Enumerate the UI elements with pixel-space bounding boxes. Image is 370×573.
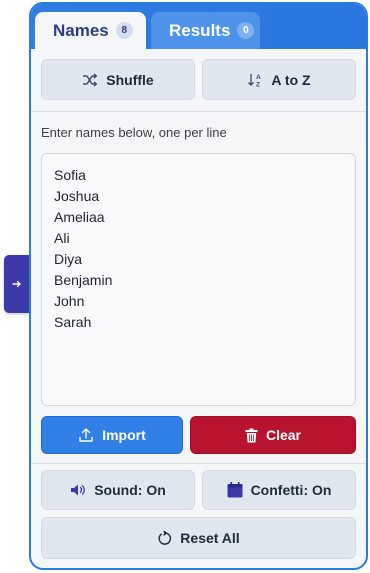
name-line: Diya xyxy=(54,251,83,267)
sort-az-label: A to Z xyxy=(271,71,311,88)
tab-names-label: Names xyxy=(53,20,109,40)
panel-toggle-button[interactable] xyxy=(4,255,30,313)
speaker-icon xyxy=(70,483,86,497)
name-line: Joshua xyxy=(54,188,100,204)
calendar-icon xyxy=(227,482,243,498)
divider xyxy=(31,463,366,464)
name-line: Ameliaa xyxy=(54,209,105,225)
import-label: Import xyxy=(102,427,146,443)
svg-text:Z: Z xyxy=(256,81,260,88)
reset-all-label: Reset All xyxy=(180,530,240,546)
shuffle-icon xyxy=(82,72,98,87)
names-count-badge: 8 xyxy=(115,22,133,39)
names-instruction: Enter names below, one per line xyxy=(41,125,227,140)
confetti-label: Confetti: On xyxy=(250,482,332,498)
name-line: John xyxy=(54,293,85,309)
confetti-toggle-button[interactable]: Confetti: On xyxy=(202,470,356,510)
sort-az-button[interactable]: A Z A to Z xyxy=(202,59,356,100)
upload-icon xyxy=(78,427,94,443)
reset-icon xyxy=(157,530,172,546)
tab-results-label: Results xyxy=(169,20,231,40)
names-panel: Names 8 Results 0 Shuffle A Z A to Z Ent… xyxy=(29,2,368,570)
name-line: Benjamin xyxy=(54,272,113,288)
arrow-right-icon xyxy=(12,279,22,289)
name-line: Ali xyxy=(54,230,70,246)
tab-bar: Names 8 Results 0 xyxy=(31,4,366,49)
name-line: Sarah xyxy=(54,314,92,330)
import-button[interactable]: Import xyxy=(41,416,183,454)
name-line: Sofia xyxy=(54,167,86,183)
shuffle-label: Shuffle xyxy=(106,71,154,88)
tab-names[interactable]: Names 8 xyxy=(35,12,146,49)
shuffle-button[interactable]: Shuffle xyxy=(41,59,195,100)
clear-label: Clear xyxy=(265,427,302,443)
sort-az-icon: A Z xyxy=(247,72,263,88)
reset-all-button[interactable]: Reset All xyxy=(41,517,356,559)
divider xyxy=(31,111,366,112)
tab-results[interactable]: Results 0 xyxy=(151,12,260,49)
trash-icon xyxy=(245,428,258,443)
sound-label: Sound: On xyxy=(94,482,166,498)
results-count-badge: 0 xyxy=(237,22,255,39)
sound-toggle-button[interactable]: Sound: On xyxy=(41,470,195,510)
svg-text:A: A xyxy=(256,74,261,81)
clear-button[interactable]: Clear xyxy=(190,416,356,454)
names-textarea[interactable]: Sofia Joshua Ameliaa Ali Diya Benjamin J… xyxy=(41,153,356,406)
